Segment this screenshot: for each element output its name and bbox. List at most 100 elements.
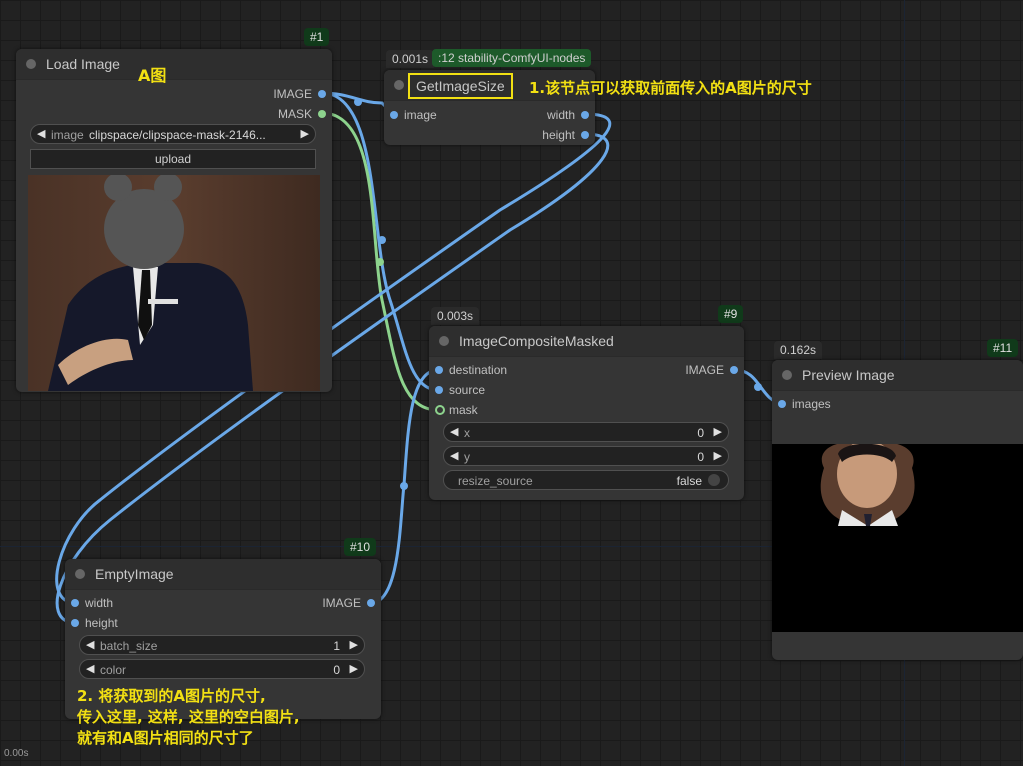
widget-name: y [464, 450, 470, 464]
triangle-left-icon[interactable]: ◀ [450, 449, 458, 462]
face-composite [820, 444, 915, 526]
preview-image-node[interactable]: Preview Image images [772, 360, 1023, 660]
annotation-line: 就有和A图片相同的尺寸了 [77, 729, 254, 747]
widget-value: 1 [333, 639, 340, 653]
output-image[interactable]: IMAGE [273, 86, 326, 102]
widget-value: clipspace/clipspace-mask-2146... [89, 128, 266, 142]
input-pin[interactable] [390, 111, 398, 119]
node-id-badge: #11 [987, 339, 1019, 357]
slot-label: images [792, 397, 831, 411]
color-widget[interactable]: ◀ color 0 ▶ [79, 659, 365, 679]
output-height[interactable]: height [542, 127, 589, 143]
triangle-left-icon[interactable]: ◀ [86, 638, 94, 651]
batch-size-widget[interactable]: ◀ batch_size 1 ▶ [79, 635, 365, 655]
node-title: Preview Image [802, 367, 895, 383]
slot-label: mask [449, 403, 478, 417]
output-pin[interactable] [318, 110, 326, 118]
circle-dot-icon[interactable] [439, 336, 449, 346]
execution-time-badge: 0.001s [386, 50, 435, 68]
node-id-badge: #10 [344, 538, 377, 556]
input-pin[interactable] [778, 400, 786, 408]
circle-dot-icon[interactable] [75, 569, 85, 579]
node-title: Load Image [46, 56, 120, 72]
triangle-left-icon[interactable]: ◀ [450, 425, 458, 438]
triangle-right-icon[interactable]: ▶ [350, 662, 358, 675]
triangle-right-icon[interactable]: ▶ [301, 127, 309, 140]
execution-time-badge: 0.162s [774, 341, 823, 359]
triangle-right-icon[interactable]: ▶ [350, 638, 358, 651]
widget-name: x [464, 426, 470, 440]
input-destination[interactable]: destination [435, 362, 507, 378]
output-pin[interactable] [581, 131, 589, 139]
circle-dot-icon[interactable] [394, 80, 404, 90]
output-image[interactable]: IMAGE [322, 595, 375, 611]
slot-label: width [85, 596, 114, 610]
output-pin[interactable] [318, 90, 326, 98]
input-pin[interactable] [435, 386, 443, 394]
input-source[interactable]: source [435, 382, 485, 398]
input-images[interactable]: images [778, 396, 831, 412]
node-header[interactable]: ImageCompositeMasked [429, 326, 744, 357]
input-height[interactable]: height [71, 615, 118, 631]
node-id-badge: #1 [304, 28, 330, 46]
x-widget[interactable]: ◀ x 0 ▶ [443, 422, 729, 442]
annotation-line: 2. 将获取到的A图片的尺寸, [77, 687, 266, 705]
triangle-right-icon[interactable]: ▶ [714, 425, 722, 438]
node-title: GetImageSize [408, 73, 513, 99]
preview-output-image [772, 444, 1023, 632]
input-pin[interactable] [71, 599, 79, 607]
input-width[interactable]: width [71, 595, 113, 611]
wire-midpoint [754, 383, 762, 391]
input-mask[interactable]: mask [435, 402, 478, 418]
node-title: EmptyImage [95, 566, 174, 582]
slot-label: IMAGE [685, 363, 724, 377]
image-select-widget[interactable]: ◀ image clipspace/clipspace-mask-2146...… [30, 124, 316, 144]
node-id-badge: #9 [718, 305, 744, 323]
wire-midpoint [376, 258, 384, 266]
load-image-node[interactable]: Load Image IMAGE MASK ◀ image clipspace/… [16, 49, 332, 392]
slot-label: image [404, 108, 437, 122]
triangle-right-icon[interactable]: ▶ [714, 449, 722, 462]
input-image[interactable]: image [390, 107, 437, 123]
input-pin[interactable] [71, 619, 79, 627]
annotation-a-label: A图 [138, 66, 167, 85]
wire-image-to-getsize [321, 91, 394, 115]
node-title: ImageCompositeMasked [459, 333, 614, 349]
output-pin[interactable] [730, 366, 738, 374]
y-widget[interactable]: ◀ y 0 ▶ [443, 446, 729, 466]
wire-empty-to-destination [370, 368, 439, 605]
output-pin[interactable] [581, 111, 589, 119]
widget-value: 0 [697, 450, 704, 464]
annotation-line: 传入这里, 这样, 这里的空白图片, [77, 708, 300, 726]
slot-label: source [449, 383, 486, 397]
node-header[interactable]: Load Image [16, 49, 332, 80]
slot-label: destination [449, 363, 508, 377]
annotation-note-1: 1.该节点可以获取前面传入的A图片的尺寸 [529, 79, 812, 97]
image-composite-masked-node[interactable]: ImageCompositeMasked destination source … [429, 326, 744, 500]
wire-midpoint [354, 98, 362, 106]
output-pin[interactable] [367, 599, 375, 607]
slot-label: height [85, 616, 118, 630]
suit-photo [28, 175, 320, 391]
toggle-knob[interactable] [708, 474, 720, 486]
slot-label: MASK [277, 107, 312, 121]
triangle-left-icon[interactable]: ◀ [37, 127, 45, 140]
wire-mask-to-mask [321, 111, 439, 412]
upload-button[interactable]: upload [30, 149, 316, 169]
circle-dot-icon[interactable] [26, 59, 36, 69]
output-image[interactable]: IMAGE [685, 362, 738, 378]
output-width[interactable]: width [547, 107, 589, 123]
widget-value: false [676, 474, 702, 488]
annotation-note-2: 2. 将获取到的A图片的尺寸, 传入这里, 这样, 这里的空白图片, 就有和A图… [77, 686, 300, 749]
output-mask[interactable]: MASK [278, 106, 326, 122]
wire-midpoint [400, 482, 408, 490]
circle-dot-icon[interactable] [782, 370, 792, 380]
input-pin[interactable] [435, 366, 443, 374]
triangle-left-icon[interactable]: ◀ [86, 662, 94, 675]
node-header[interactable]: Preview Image [772, 360, 1023, 391]
resize-source-toggle[interactable]: resize_source false [443, 470, 729, 490]
widget-name: resize_source [458, 474, 533, 488]
node-header[interactable]: EmptyImage [65, 559, 381, 590]
input-pin[interactable] [435, 405, 445, 415]
slot-label: height [542, 128, 575, 142]
